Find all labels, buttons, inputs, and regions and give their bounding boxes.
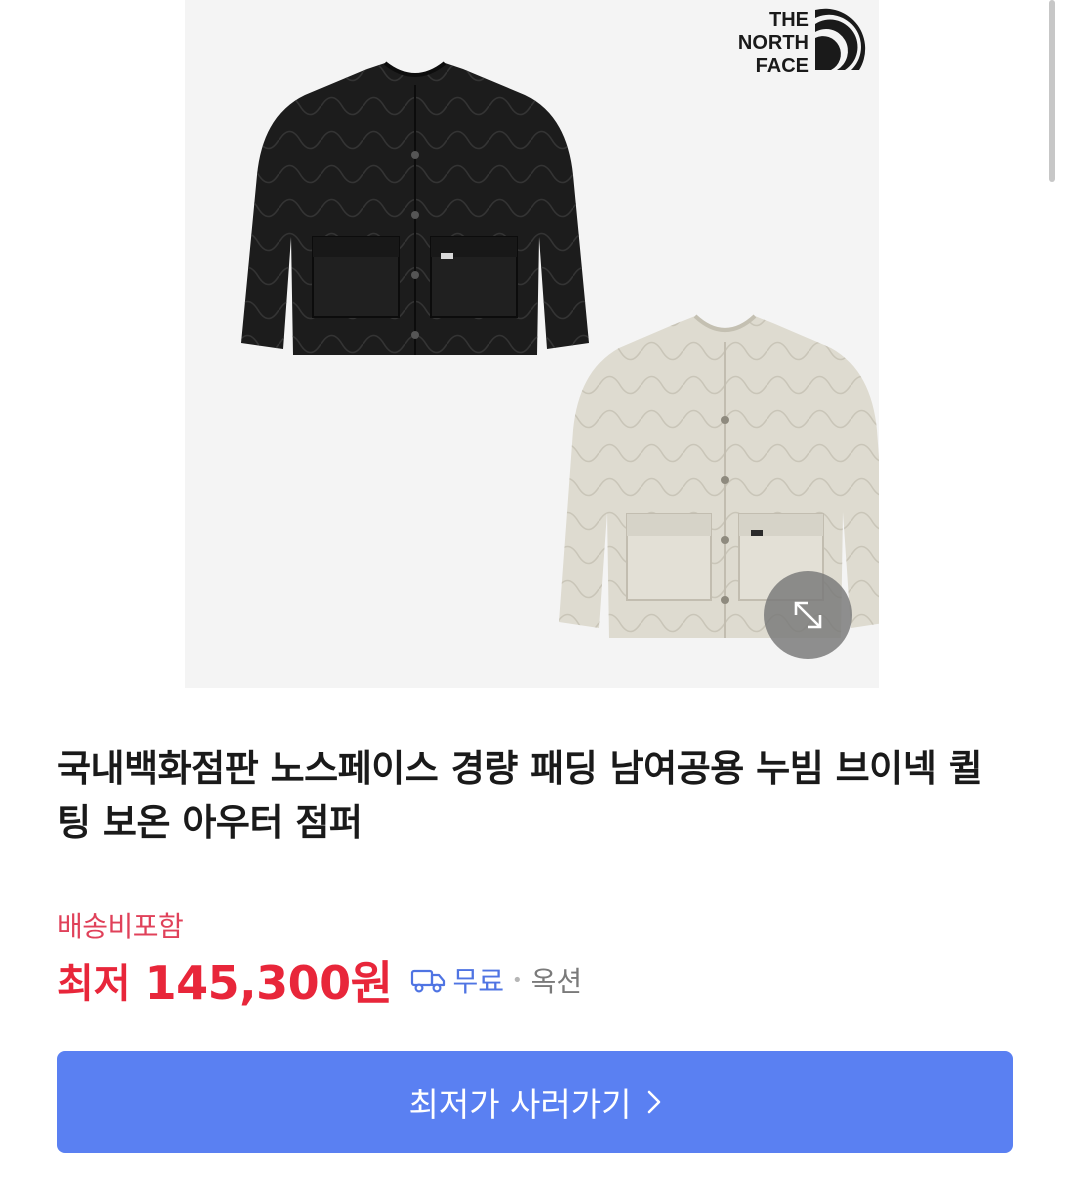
expand-icon	[794, 601, 822, 629]
chevron-right-icon	[647, 1090, 660, 1114]
north-face-logo: THE NORTH FACE	[738, 8, 866, 74]
mall-name: 옥션	[530, 965, 583, 998]
shipping-note: 배송비포함	[57, 910, 184, 943]
buy-lowest-price-button[interactable]: 최저가 사러가기	[57, 1051, 1013, 1153]
truck-icon	[411, 969, 446, 993]
buy-button-label: 최저가 사러가기	[408, 1085, 632, 1124]
price-row: 최저 145,300원 무료 • 옥션	[57, 948, 582, 1012]
svg-text:THE: THE	[769, 9, 809, 31]
delivery-fee: 무료	[452, 965, 504, 998]
separator-dot: •	[511, 969, 523, 991]
price-prefix: 최저	[57, 961, 131, 1007]
scrollbar[interactable]	[1049, 0, 1055, 182]
price-amount: 145,300원	[144, 956, 393, 1010]
zoom-button[interactable]	[764, 571, 852, 659]
svg-text:NORTH: NORTH	[738, 32, 809, 54]
product-image[interactable]: THE NORTH FACE	[185, 0, 879, 688]
product-title[interactable]: 국내백화점판 노스페이스 경량 패딩 남여공용 누빔 브이넥 퀼팅 보온 아우터…	[57, 742, 997, 850]
svg-text:FACE: FACE	[756, 55, 809, 74]
